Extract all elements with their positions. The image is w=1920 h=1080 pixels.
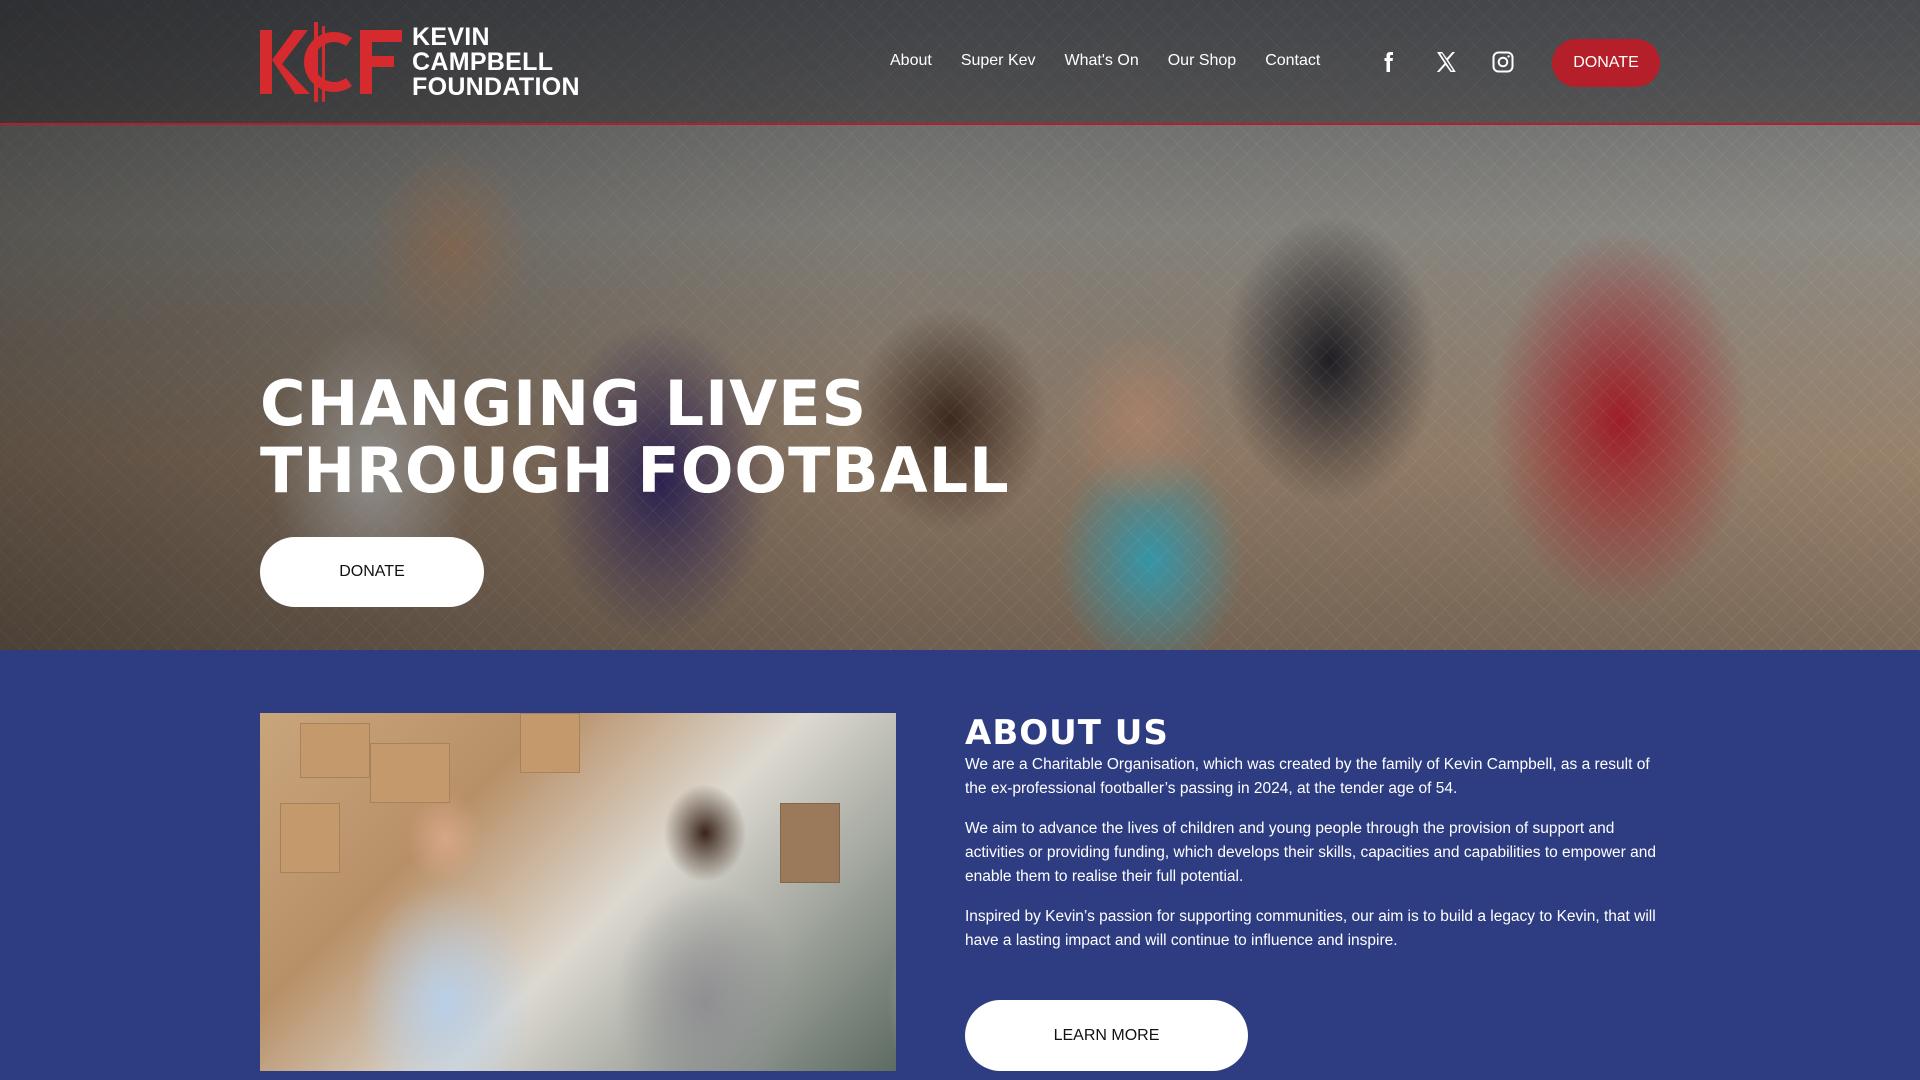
nav-item-super-kev[interactable]: Super Kev xyxy=(961,52,1036,70)
main-nav: About Super Kev What's On Our Shop Conta… xyxy=(890,52,1349,70)
photo-box xyxy=(370,743,450,803)
nav-item-whats-on[interactable]: What's On xyxy=(1065,52,1139,70)
facebook-icon[interactable] xyxy=(1375,49,1401,75)
site-logo[interactable]: KEVIN CAMPBELL FOUNDATION xyxy=(260,22,580,102)
x-icon[interactable] xyxy=(1433,49,1459,75)
photo-box xyxy=(520,713,580,773)
nav-item-our-shop[interactable]: Our Shop xyxy=(1168,52,1236,70)
hero-title: CHANGING LIVES THROUGH FOOTBALL xyxy=(260,370,1010,504)
site-header: KEVIN CAMPBELL FOUNDATION About Super Ke… xyxy=(0,0,1920,125)
kcf-logo-mark xyxy=(260,22,406,102)
about-paragraph: We are a Charitable Organisation, which … xyxy=(965,756,1650,797)
hero-donate-button[interactable]: DONATE xyxy=(260,537,484,607)
about-heading: ABOUT US xyxy=(965,713,1169,753)
about-photo xyxy=(260,713,896,1071)
about-paragraph: Inspired by Kevin’s passion for supporti… xyxy=(965,908,1656,949)
nav-item-about[interactable]: About xyxy=(890,52,932,70)
learn-more-button[interactable]: LEARN MORE xyxy=(965,1000,1248,1071)
photo-box xyxy=(300,723,370,778)
about-paragraph: We aim to advance the lives of children … xyxy=(965,820,1656,885)
hero-title-line: CHANGING LIVES xyxy=(260,367,868,440)
instagram-icon[interactable] xyxy=(1490,49,1516,75)
header-donate-button[interactable]: DONATE xyxy=(1552,39,1660,87)
logo-line: KEVIN xyxy=(412,22,490,51)
logo-line: FOUNDATION xyxy=(412,72,580,101)
hero-title-line: THROUGH FOOTBALL xyxy=(260,434,1010,507)
logo-wordmark: KEVIN CAMPBELL FOUNDATION xyxy=(412,22,580,101)
logo-line: CAMPBELL xyxy=(412,47,554,76)
photo-box xyxy=(780,803,840,883)
nav-item-contact[interactable]: Contact xyxy=(1265,52,1320,70)
photo-box xyxy=(280,803,340,873)
